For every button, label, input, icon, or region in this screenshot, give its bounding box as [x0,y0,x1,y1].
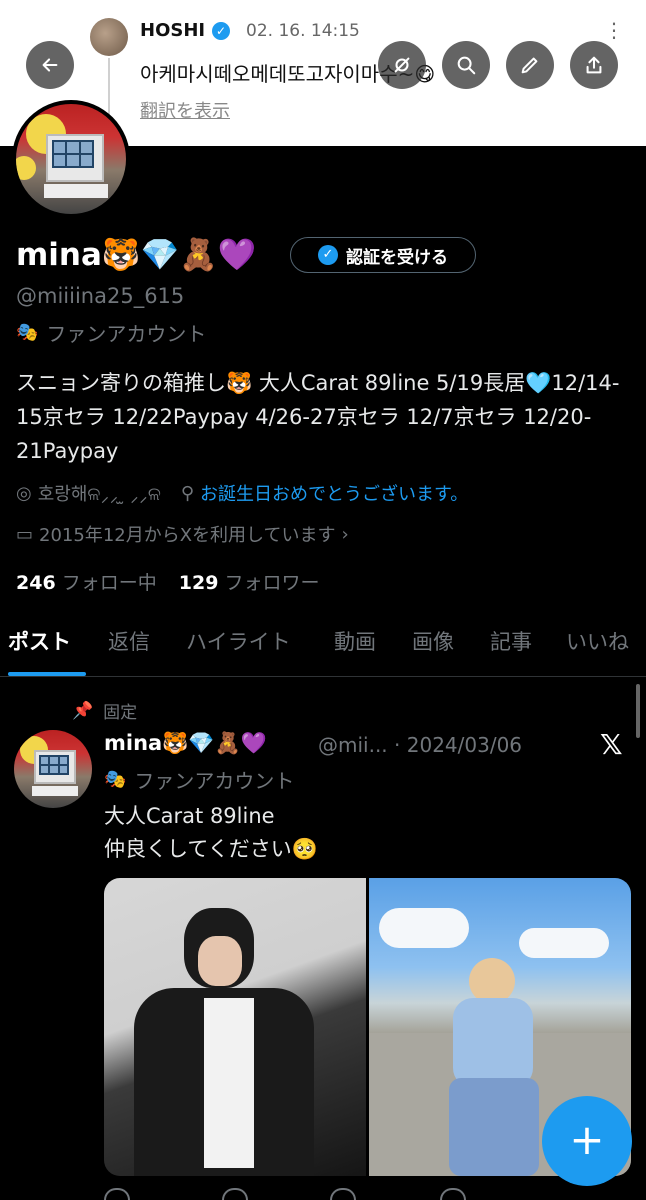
avatar-image [16,104,126,214]
get-verified-button[interactable]: ✓ 認証を受ける [290,237,476,273]
photo-cloud [519,928,609,958]
x-logo-icon: 𝕏 [600,728,623,761]
share-icon [586,56,602,74]
pinned-label: 📌 固定 [72,698,138,724]
edit-icon [521,57,538,74]
joined-text: 2015年12月からXを利用しています [39,525,336,546]
banner-date: 02. 16. 14:15 [246,21,360,41]
profile-name: mina🐯💎🧸💜 [16,237,257,273]
banner-avatar [90,18,128,56]
reply-icon[interactable] [104,1188,130,1200]
tab-articles[interactable]: 記事 [490,626,532,676]
profile-bio: スニョン寄りの箱推し🐯 大人Carat 89line 5/19長居🩵12/14-… [16,371,620,463]
mask-icon: 🎭 [104,769,127,790]
location-icon: ◎ [16,482,32,504]
tab-videos[interactable]: 動画 [334,626,376,676]
tab-likes[interactable]: いいね [566,626,629,676]
mask-icon: 🎭 [16,322,39,343]
search-button[interactable] [442,41,490,89]
more-icon[interactable]: ⋮ [604,18,624,42]
following-count: 246 [16,572,56,594]
translate-link[interactable]: 翻訳を表示 [140,97,230,123]
fan-account-text: ファンアカウント [46,322,207,346]
post-text-line-1: 大人Carat 89line [104,804,275,828]
pin-icon: 📌 [72,700,94,721]
calendar-icon: ▭ [16,523,34,545]
birthday-icon: ⚲ [180,482,195,504]
views-icon[interactable] [440,1188,466,1200]
post-fan-account-text: ファンアカウント [134,769,295,793]
profile-tabs: ポスト 返信 ハイライト 動画 画像 記事 いいね [0,626,646,677]
post-handle-date: @mii... · 2024/03/06 [318,733,523,757]
grok-icon [394,57,410,73]
photo-subject-shirt [204,998,254,1168]
compose-button[interactable]: + [542,1096,632,1186]
tab-images[interactable]: 画像 [412,626,454,676]
grok-button[interactable] [378,41,426,89]
repost-icon[interactable] [222,1188,248,1200]
profile-location: 호랑해ଳ⸝⸝ ̫ ⸝⸝ଳ [37,484,161,505]
followers-count: 129 [178,572,219,594]
profile-handle: @miiiina25_615 [16,284,185,308]
tab-highlights[interactable]: ハイライト [186,626,291,676]
post-text-line-2: 仲良くしてください🥺 [104,837,318,861]
chevron-right-icon: › [341,523,349,545]
back-button[interactable] [26,41,74,89]
post-photo-1[interactable] [104,878,366,1176]
photo-subject-face [198,936,242,986]
photo-cloud [379,908,469,948]
profile-avatar[interactable] [12,100,130,218]
post-author-name[interactable]: mina🐯💎🧸💜 [104,731,267,756]
following-link[interactable]: 246 フォロー中 [16,572,157,594]
share-button[interactable] [570,41,618,89]
tab-replies[interactable]: 返信 [108,626,150,676]
back-icon [42,58,58,72]
verified-badge-icon: ✓ [212,22,230,40]
edit-button[interactable] [506,41,554,89]
joined-row[interactable]: ▭ 2015年12月からXを利用しています › [16,521,349,547]
post-fan-account-label: 🎭 ファンアカウント [104,765,294,794]
banner-user-name: HOSHI [140,20,206,41]
fan-account-label: 🎭 ファンアカウント [16,318,206,347]
followers-label: フォロワー [224,572,320,594]
profile-meta-row: ◎ 호랑해ଳ⸝⸝ ̫ ⸝⸝ଳ ⚲ お誕生日おめでとうございます。 [16,480,468,506]
verified-badge-icon: ✓ [318,245,338,265]
search-icon [457,56,476,75]
active-tab-indicator [8,672,86,676]
followers-link[interactable]: 129 フォロワー [179,572,320,594]
pinned-text: 固定 [103,703,138,723]
post-avatar[interactable] [14,730,92,808]
get-verified-label: 認証を受ける [346,247,448,268]
thread-line [108,58,110,118]
post-actions [104,1188,624,1200]
tab-posts[interactable]: ポスト [8,626,71,676]
like-icon[interactable] [330,1188,356,1200]
following-label: フォロー中 [61,572,157,594]
photo-subject-jeans [449,1078,539,1176]
scrollbar[interactable] [636,684,640,738]
photo-subject-shirt [453,998,533,1088]
birthday-link[interactable]: お誕生日おめでとうございます。 [200,480,468,506]
follow-stats: 246 フォロー中 129 フォロワー [16,568,320,595]
